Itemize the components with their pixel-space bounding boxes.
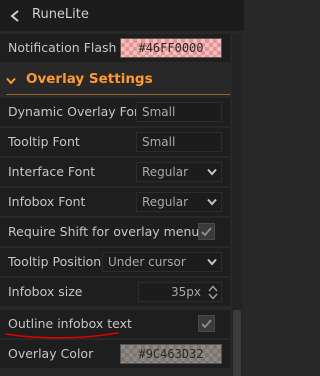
chevron-left-icon[interactable] <box>9 9 21 23</box>
chevron-down-icon <box>207 168 217 176</box>
setting-label: Tooltip Font <box>8 134 80 149</box>
setting-tooltip-position: Tooltip Position Under cursor <box>0 248 230 276</box>
annotation-underline <box>5 332 119 339</box>
tooltip-font-select[interactable]: Small <box>136 132 222 152</box>
tooltip-position-select[interactable]: Under cursor <box>102 252 222 272</box>
setting-dynamic-overlay-font: Dynamic Overlay Font Small <box>0 98 230 126</box>
infobox-size-spinner[interactable]: 35px <box>138 282 222 302</box>
setting-interface-font: Interface Font Regular <box>0 158 230 186</box>
page-title: RuneLite <box>32 7 89 22</box>
chevron-up-icon[interactable] <box>208 285 218 292</box>
setting-label: Tooltip Position <box>8 254 102 269</box>
select-value: Regular <box>142 165 189 179</box>
require-shift-checkbox[interactable] <box>198 223 215 240</box>
setting-infobox-font: Infobox Font Regular <box>0 188 230 216</box>
chevron-down-icon <box>207 198 217 206</box>
setting-label: Dynamic Overlay Font <box>8 104 147 119</box>
select-value: Small <box>142 135 176 149</box>
chevron-down-icon[interactable] <box>208 293 218 300</box>
setting-label: Require Shift for overlay menu <box>8 224 200 239</box>
select-value: Under cursor <box>108 255 186 269</box>
chevron-down-icon <box>6 77 16 85</box>
setting-label: Notification Flash <box>8 40 117 55</box>
color-hex-value: #46FF0000 <box>138 41 204 55</box>
setting-label: Interface Font <box>8 164 96 179</box>
setting-infobox-size: Infobox size 35px <box>0 278 230 306</box>
select-value: Small <box>142 105 176 119</box>
setting-label: Overlay Color <box>8 346 94 361</box>
spinner-value: 35px <box>171 285 201 299</box>
infobox-font-select[interactable]: Regular <box>136 192 222 212</box>
scrollbar-thumb[interactable] <box>233 310 241 376</box>
section-divider <box>6 94 230 95</box>
section-overlay-settings[interactable]: Overlay Settings <box>0 70 230 95</box>
setting-require-shift: Require Shift for overlay menu <box>0 218 230 246</box>
outline-infobox-text-checkbox[interactable] <box>198 315 215 332</box>
setting-label: Infobox Font <box>8 194 86 209</box>
settings-panel: Notification Flash #46FF0000 Overlay Set… <box>0 34 244 376</box>
setting-overlay-color: Overlay Color #9C463D32 <box>0 340 230 368</box>
interface-font-select[interactable]: Regular <box>136 162 222 182</box>
setting-label: Infobox size <box>8 284 83 299</box>
select-value: Regular <box>142 195 189 209</box>
dynamic-overlay-font-select[interactable]: Small <box>136 102 222 122</box>
chevron-down-icon <box>207 258 217 266</box>
setting-tooltip-font: Tooltip Font Small <box>0 128 230 156</box>
color-hex-value: #9C463D32 <box>138 347 204 361</box>
notification-flash-color-picker[interactable]: #46FF0000 <box>120 38 222 58</box>
title-bar: RuneLite <box>0 0 244 31</box>
check-icon <box>201 227 212 237</box>
check-icon <box>201 319 212 329</box>
section-title: Overlay Settings <box>26 71 153 87</box>
setting-notification-flash: Notification Flash #46FF0000 <box>0 34 230 62</box>
overlay-color-picker[interactable]: #9C463D32 <box>120 344 222 364</box>
